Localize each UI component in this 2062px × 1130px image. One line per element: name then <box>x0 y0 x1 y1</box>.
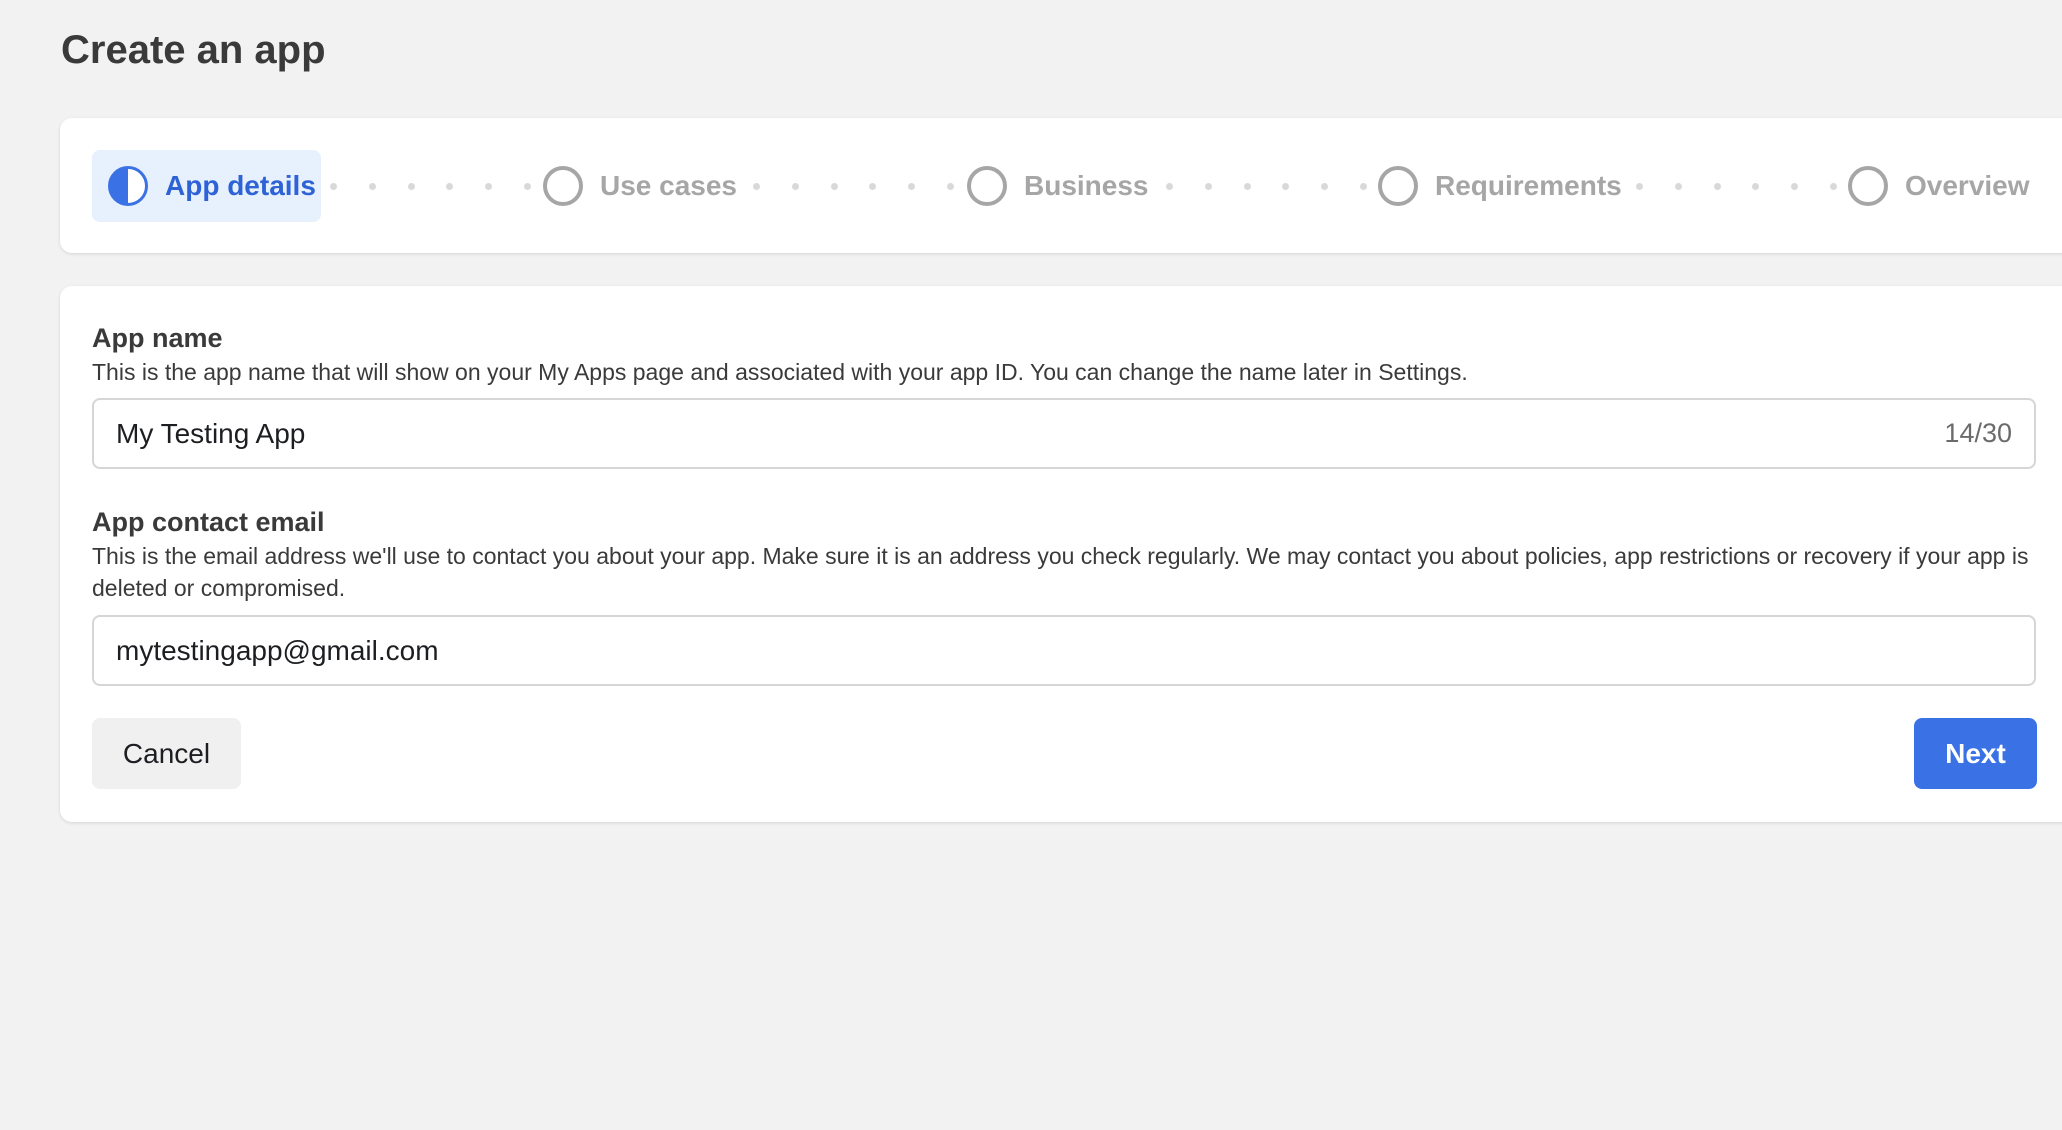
empty-circle-icon <box>543 166 583 206</box>
step-use-cases[interactable]: Use cases <box>543 150 737 222</box>
character-counter: 14/30 <box>1944 418 2012 448</box>
step-label: Requirements <box>1435 170 1622 201</box>
next-button[interactable]: Next <box>1914 718 2037 789</box>
step-label: App details <box>165 170 316 201</box>
step-connector <box>330 183 570 190</box>
step-connector <box>1166 183 1406 190</box>
step-label: Overview <box>1905 170 2030 201</box>
step-requirements[interactable]: Requirements <box>1378 150 1622 222</box>
step-business[interactable]: Business <box>967 150 1149 222</box>
app-name-description: This is the app name that will show on y… <box>92 359 1468 385</box>
empty-circle-icon <box>967 166 1007 206</box>
step-overview[interactable]: Overview <box>1848 150 2030 222</box>
progress-stepper: App details Use cases Business Requireme… <box>60 118 2062 253</box>
app-name-label: App name <box>92 323 223 353</box>
step-app-details[interactable]: App details <box>92 150 321 222</box>
app-details-form: App name This is the app name that will … <box>60 286 2062 822</box>
empty-circle-icon <box>1378 166 1418 206</box>
step-label: Use cases <box>600 170 738 201</box>
contact-email-description: This is the email address we'll use to c… <box>92 543 2029 601</box>
contact-email-field[interactable] <box>92 615 2036 686</box>
page-title: Create an app <box>61 28 326 72</box>
empty-circle-icon <box>1848 166 1888 206</box>
step-connector <box>1636 183 1876 190</box>
contact-email-input[interactable] <box>116 617 1816 684</box>
step-label: Business <box>1024 170 1149 201</box>
half-filled-circle-icon <box>108 166 148 206</box>
step-connector <box>753 183 993 190</box>
app-name-field[interactable]: 14/30 <box>92 398 2036 469</box>
contact-email-label: App contact email <box>92 507 325 537</box>
app-name-input[interactable] <box>116 400 1816 467</box>
cancel-button[interactable]: Cancel <box>92 718 241 789</box>
